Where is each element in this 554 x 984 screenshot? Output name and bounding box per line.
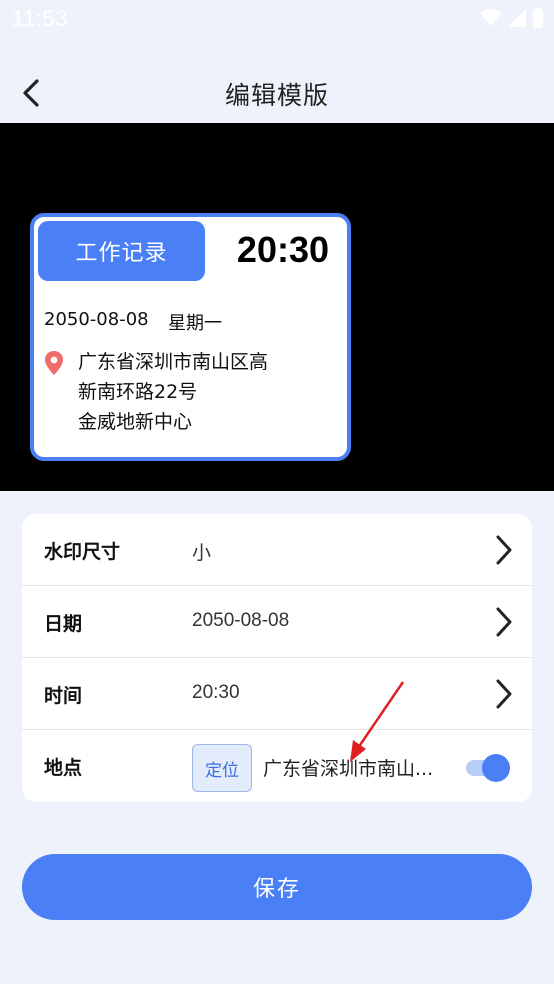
row-value: 2050-08-08 — [192, 610, 290, 631]
watermark-weekday: 星期一 — [168, 313, 222, 334]
row-label: 地点 — [44, 757, 83, 779]
wifi-icon — [480, 9, 502, 26]
page-title: 编辑模版 — [224, 81, 329, 110]
setting-row-size[interactable]: 水印尺寸 小 — [22, 514, 532, 586]
address-line: 新南环路22号 — [78, 381, 198, 403]
locate-button[interactable]: 定位 — [192, 744, 252, 792]
setting-row-time[interactable]: 时间 20:30 — [22, 658, 532, 730]
watermark-card[interactable]: 工作记录 20:30 2050-08-08 星期一 广东省深圳市南山区高 新南环… — [30, 213, 351, 461]
row-value: 小 — [192, 542, 212, 564]
status-icons — [480, 8, 544, 28]
address-line: 广东省深圳市南山区高 — [78, 351, 269, 373]
watermark-address: 广东省深圳市南山区高 新南环路22号 金威地新中心 — [78, 347, 318, 437]
chevron-right-icon — [496, 535, 512, 565]
settings-card: 水印尺寸 小 日期 2050-08-08 时间 20:30 地点 定位 广东省深… — [22, 514, 532, 802]
red-arrow-annotation — [350, 681, 405, 762]
watermark-tag: 工作记录 — [38, 221, 205, 281]
setting-row-location: 地点 定位 广东省深圳市南山... — [22, 730, 532, 802]
row-label: 水印尺寸 — [44, 541, 121, 563]
watermark-date: 2050-08-08 — [44, 309, 149, 330]
location-toggle[interactable] — [466, 754, 510, 782]
row-label: 日期 — [44, 613, 83, 635]
chevron-right-icon — [496, 607, 512, 637]
save-button[interactable]: 保存 — [22, 854, 532, 920]
row-value: 20:30 — [192, 682, 240, 703]
row-label: 时间 — [44, 685, 83, 707]
signal-icon — [508, 9, 526, 27]
toggle-knob — [482, 754, 510, 782]
battery-icon — [533, 8, 543, 28]
status-bar: 11:53 — [0, 0, 554, 40]
watermark-preview: 工作记录 20:30 2050-08-08 星期一 广东省深圳市南山区高 新南环… — [0, 123, 554, 491]
chevron-right-icon — [496, 679, 512, 709]
location-pin-icon — [45, 351, 63, 375]
status-time: 11:53 — [12, 6, 68, 31]
address-line: 金威地新中心 — [78, 411, 193, 433]
setting-row-date[interactable]: 日期 2050-08-08 — [22, 586, 532, 658]
watermark-time: 20:30 — [236, 229, 329, 270]
header: 编辑模版 — [0, 62, 554, 124]
